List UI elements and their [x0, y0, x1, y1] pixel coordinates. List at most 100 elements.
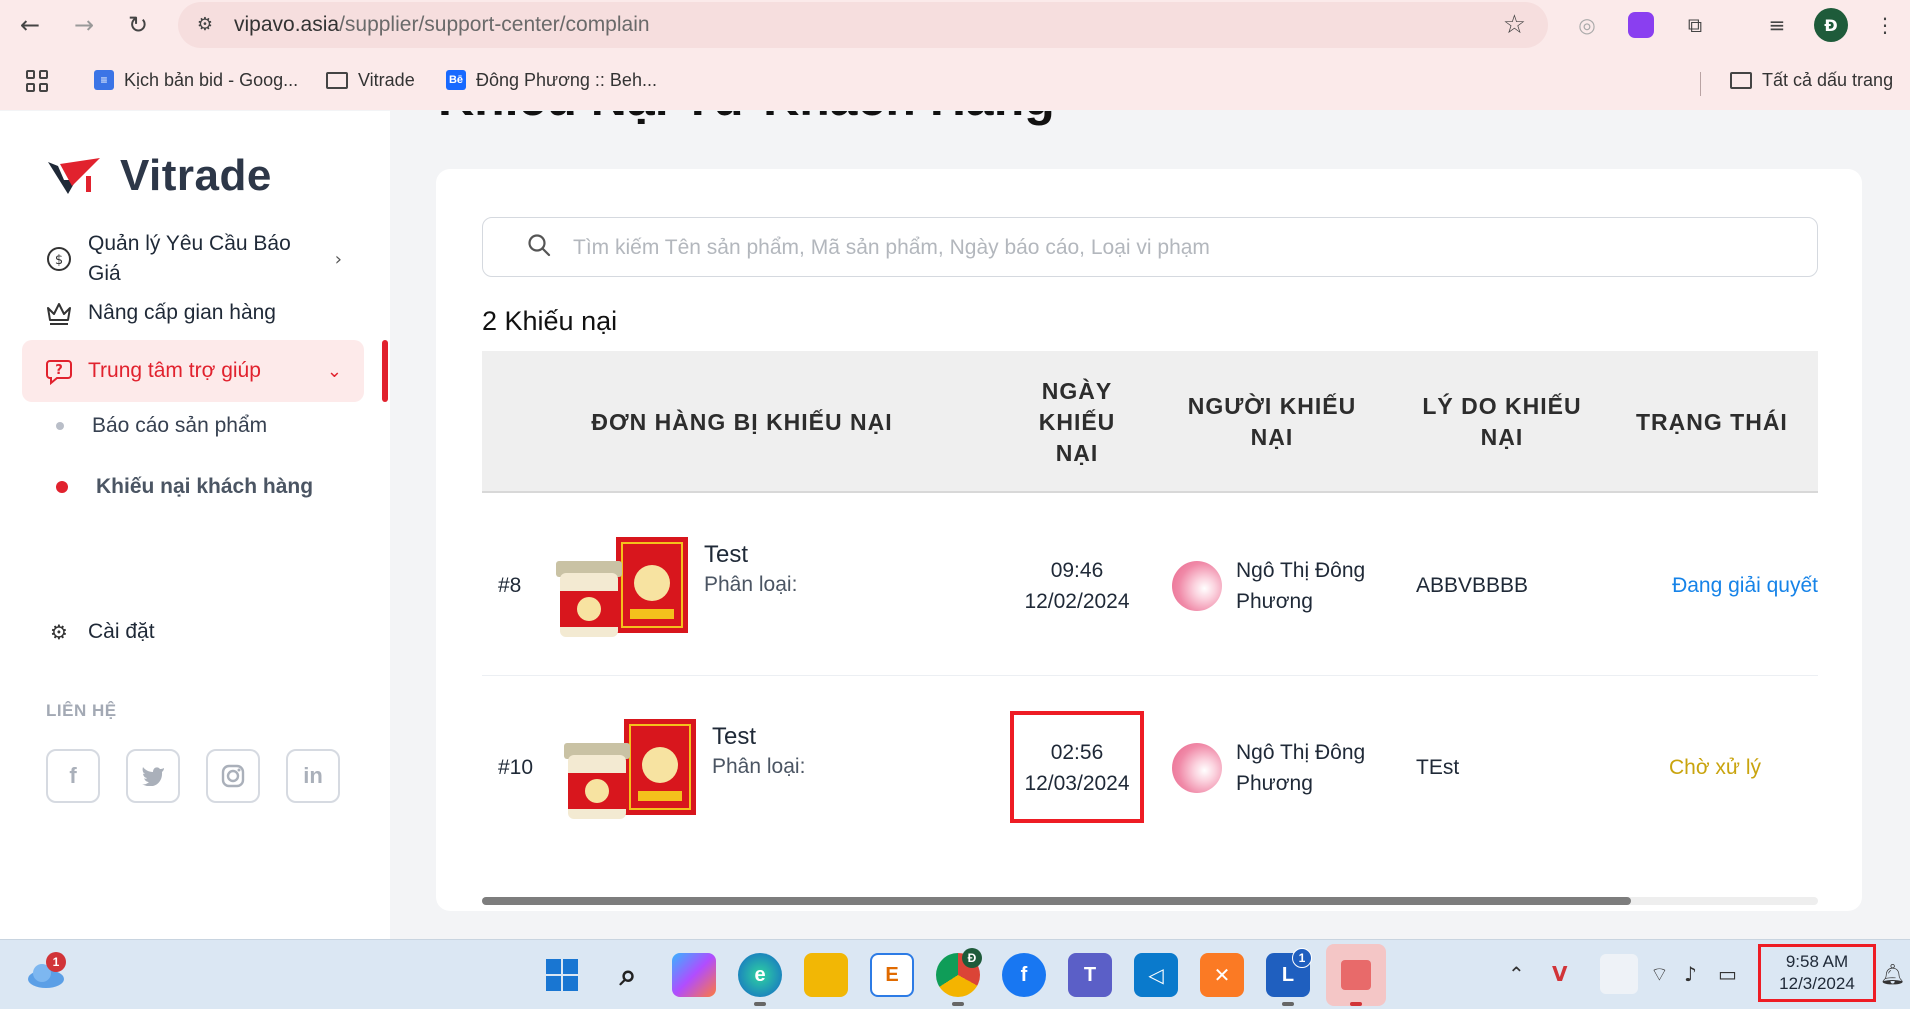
back-arrow-icon[interactable]: ← [12, 8, 48, 42]
bookmark-star-icon[interactable]: ☆ [1503, 10, 1526, 40]
sidebar-item-label: Cài đặt [88, 620, 155, 643]
vscode-icon[interactable]: ◁ [1134, 953, 1178, 997]
url-text[interactable]: vipavo.asia/supplier/support-center/comp… [234, 13, 650, 37]
reload-icon[interactable]: ↻ [120, 8, 156, 42]
svg-text:$: $ [55, 253, 63, 268]
sidebar-item-label: Trung tâm trợ giúp [88, 359, 261, 382]
xampp-icon[interactable]: ✕ [1200, 953, 1244, 997]
chevron-up-icon[interactable]: ⌃ [1508, 962, 1525, 986]
table-row[interactable]: #8 Test Phân loại: 09:46 12/02/2024 Ngô … [482, 495, 1818, 676]
wifi-icon[interactable]: ⌔ [1650, 962, 1669, 987]
facebook-icon[interactable]: f [1002, 953, 1046, 997]
browser-menu-icon[interactable]: ⋮ [1868, 8, 1902, 42]
complaint-count: 2 Khiếu nại [482, 306, 618, 336]
battery-icon[interactable]: ▭ [1718, 962, 1737, 986]
column-header-reason[interactable]: LÝ DO KHIẾU NẠI [1392, 351, 1612, 493]
sidebar-item-label: Giá [88, 262, 121, 285]
horizontal-scrollbar[interactable] [482, 897, 1818, 905]
column-header-date[interactable]: NGÀY KHIẾU NẠI [1002, 351, 1152, 493]
product-name[interactable]: Test [704, 541, 748, 569]
sidebar-subitem-product-report[interactable]: Báo cáo sản phẩm [56, 414, 267, 438]
column-header-status[interactable]: TRẠNG THÁI [1612, 351, 1818, 493]
extension-purple-icon[interactable] [1624, 8, 1658, 42]
product-image[interactable] [550, 533, 690, 645]
vitrade-logo[interactable]: Vitrade [46, 151, 272, 201]
windows-start-icon[interactable] [540, 953, 584, 997]
compass-icon[interactable]: ◎ [1570, 8, 1604, 42]
search-icon[interactable]: ⌕ [606, 953, 650, 997]
folder-icon [1730, 71, 1752, 89]
all-bookmarks-button[interactable]: Tất cả dấu trang [1730, 66, 1893, 94]
evkey-icon[interactable]: E [870, 953, 914, 997]
complaints-card: 2 Khiếu nại ĐƠN HÀNG BỊ KHIẾU NẠI NGÀYKH… [436, 169, 1862, 911]
bookmarks-bar: ≡ Kịch bản bid - Goog... Vitrade Bē Đông… [0, 60, 1910, 100]
browser-chrome: ← → ↻ ⚙ vipavo.asia/supplier/support-cen… [0, 0, 1910, 110]
bookmark-item[interactable]: Bē Đông Phương :: Beh... [446, 66, 657, 94]
extensions-puzzle-icon[interactable]: ⧉ [1678, 8, 1712, 42]
bookmark-item[interactable]: ≡ Kịch bản bid - Goog... [94, 66, 298, 94]
sidebar-item-upgrade-store[interactable]: Nâng cấp gian hàng [22, 292, 364, 334]
product-variant: Phân loại: [712, 755, 806, 778]
order-id: #8 [498, 573, 522, 597]
help-chat-icon: ? [44, 356, 74, 386]
sidebar-item-settings[interactable]: ⚙ Cài đặt [22, 611, 364, 653]
twitter-icon[interactable] [126, 749, 180, 803]
column-header-complainant[interactable]: NGƯỜI KHIẾU NẠI [1152, 351, 1392, 493]
search-box[interactable] [482, 217, 1818, 277]
folder-icon [326, 71, 348, 89]
file-explorer-icon[interactable] [804, 953, 848, 997]
copilot-icon[interactable] [672, 953, 716, 997]
site-info-icon[interactable]: ⚙ [192, 12, 218, 38]
page-title: Khiếu Nại Từ Khách Hàng [438, 111, 1055, 127]
column-header-order[interactable]: ĐƠN HÀNG BỊ KHIẾU NẠI [482, 351, 1002, 493]
scrollbar-thumb[interactable] [482, 897, 1631, 905]
active-app-icon[interactable] [1326, 944, 1386, 1006]
notification-badge: 1 [1292, 948, 1312, 968]
complaint-date: 09:46 12/02/2024 [1024, 558, 1130, 613]
media-control-icon[interactable]: ≡ [1760, 8, 1794, 42]
notification-bell-icon[interactable]: 🔔︎ [1880, 962, 1905, 986]
bookmark-item[interactable]: Vitrade [326, 66, 415, 94]
product-name[interactable]: Test [712, 723, 756, 751]
search-icon [528, 234, 551, 257]
sidebar-item-help-center[interactable]: ? Trung tâm trợ giúp ⌄ [22, 340, 364, 402]
bullet-dot-active [56, 481, 68, 493]
main-content: Khiếu Nại Từ Khách Hàng 2 Khiếu nại ĐƠN … [390, 111, 1910, 939]
running-indicator [1350, 1002, 1362, 1006]
pen-icon[interactable] [1600, 954, 1638, 994]
active-indicator [382, 340, 388, 402]
instagram-icon[interactable] [206, 749, 260, 803]
product-image[interactable] [558, 715, 698, 827]
running-indicator [754, 1002, 766, 1006]
running-indicator [1282, 1002, 1294, 1006]
dollar-cycle-icon: $ [44, 244, 74, 274]
sidebar-subitem-customer-complaints[interactable]: Khiếu nại khách hàng [56, 475, 313, 499]
table-header: ĐƠN HÀNG BỊ KHIẾU NẠI NGÀY KHIẾU NẠI NGƯỜI… [482, 351, 1818, 493]
profile-avatar[interactable]: Đ [1814, 8, 1848, 42]
google-docs-icon: ≡ [94, 70, 114, 90]
search-input[interactable] [573, 228, 1773, 268]
facebook-icon[interactable]: f [46, 749, 100, 803]
avatar [1172, 742, 1222, 793]
forward-arrow-icon[interactable]: → [66, 8, 102, 42]
edge-icon[interactable]: e [738, 953, 782, 997]
highlight-annotation [1010, 711, 1144, 823]
teams-icon[interactable]: T [1068, 953, 1112, 997]
app-window: Vitrade $ Quản lý Yêu Cầu Báo Giá › Nâng… [0, 111, 1910, 939]
status-badge: Chờ xử lý [1668, 755, 1761, 779]
complaints-table[interactable]: ĐƠN HÀNG BỊ KHIẾU NẠI NGÀY KHIẾU NẠI NGƯỜI… [482, 351, 1818, 856]
system-clock[interactable]: 9:58 AM 12/3/2024 [1758, 944, 1876, 1002]
vietnamese-keyboard-icon[interactable]: V [1552, 962, 1567, 986]
chevron-right-icon: › [334, 248, 342, 270]
sidebar-item-quote-requests[interactable]: $ Quản lý Yêu Cầu Báo Giá › [22, 223, 364, 295]
table-row[interactable]: #10 Test Phân loại: 02:56 12/03/2024 Ngô… [482, 677, 1818, 856]
bookmark-separator [1700, 72, 1701, 96]
bullet-dot [56, 422, 64, 430]
volume-icon[interactable]: ♪ [1684, 962, 1697, 986]
address-bar[interactable]: ⚙ vipavo.asia/supplier/support-center/co… [178, 2, 1548, 48]
sidebar-item-label: Nâng cấp gian hàng [88, 301, 276, 324]
chevron-down-icon: ⌄ [326, 360, 342, 382]
order-id: #10 [498, 755, 534, 779]
sidebar-item-label: Quản lý Yêu Cầu Báo [88, 232, 291, 255]
linkedin-icon[interactable]: in [286, 749, 340, 803]
